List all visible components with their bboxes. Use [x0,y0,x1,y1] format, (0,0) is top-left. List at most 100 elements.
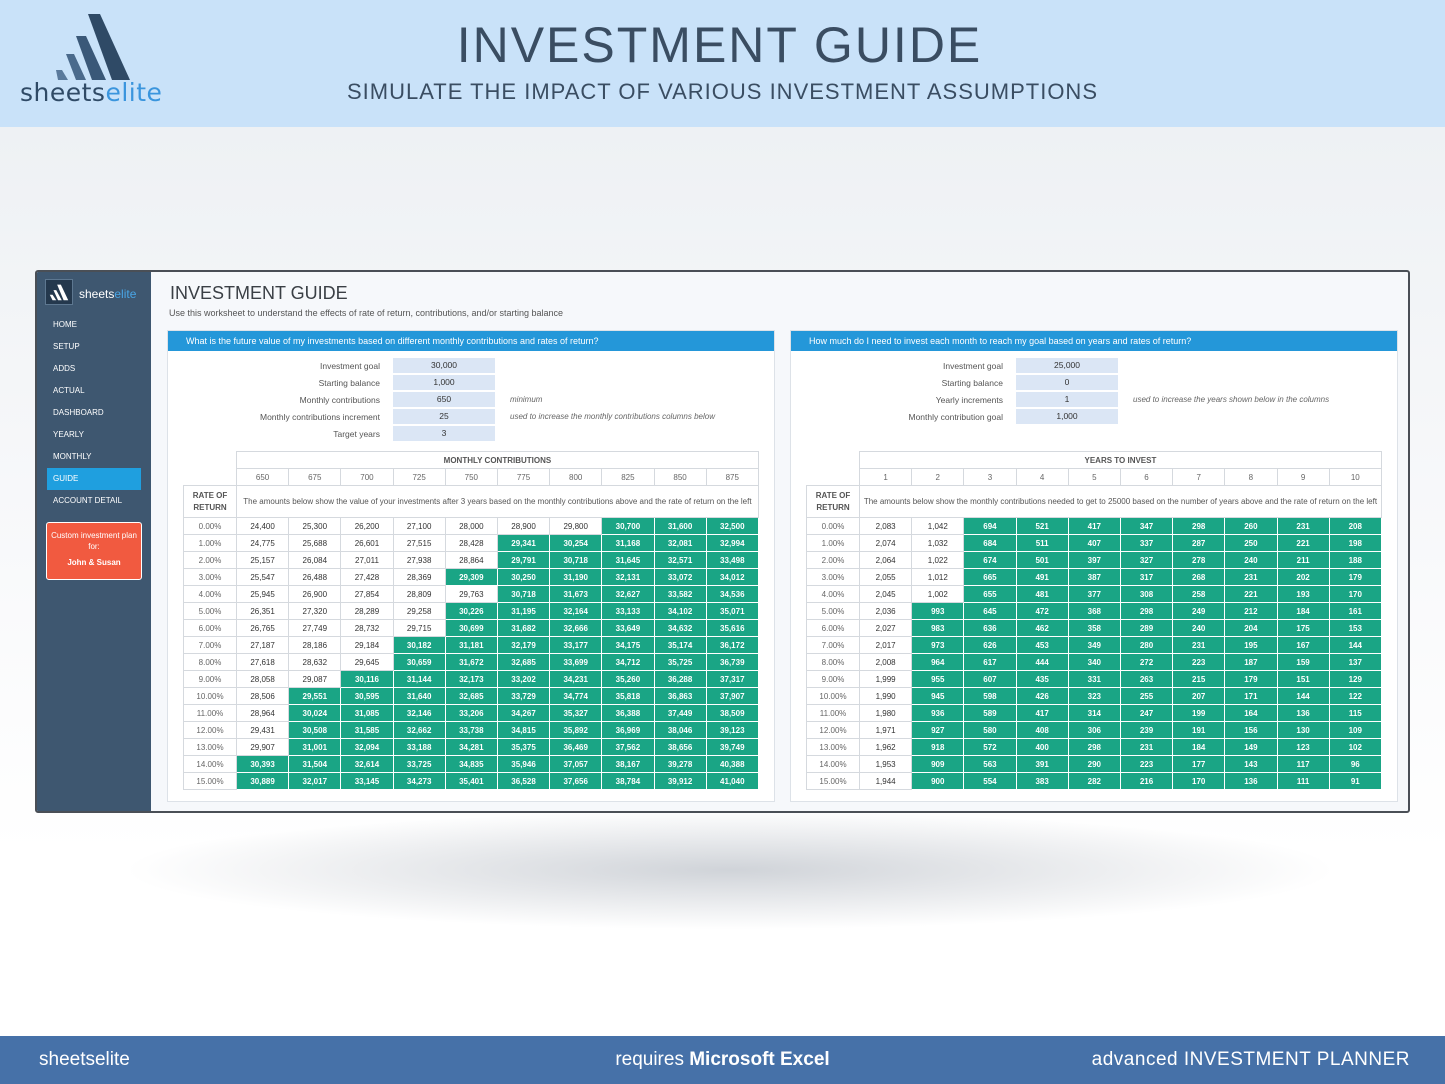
value-cell[interactable]: 501 [1015,551,1069,569]
value-cell[interactable]: 111 [1276,772,1330,790]
value-cell[interactable]: 32,173 [444,670,498,688]
value-cell[interactable]: 349 [1067,636,1121,654]
value-cell[interactable]: 2,074 [858,534,913,552]
value-cell[interactable]: 27,100 [392,517,446,535]
value-cell[interactable]: 289 [1119,619,1174,637]
value-cell[interactable]: 29,645 [340,653,394,671]
value-cell[interactable]: 598 [963,687,1017,705]
value-cell[interactable]: 308 [1119,585,1174,603]
value-cell[interactable]: 36,969 [601,721,655,739]
value-cell[interactable]: 34,835 [444,755,498,773]
value-cell[interactable]: 31,672 [444,653,498,671]
value-cell[interactable]: 2,055 [858,568,913,586]
value-cell[interactable]: 31,645 [601,551,655,569]
value-cell[interactable]: 563 [963,755,1017,773]
value-cell[interactable]: 33,188 [392,738,446,756]
value-cell[interactable]: 27,854 [340,585,394,603]
value-cell[interactable]: 28,000 [444,517,498,535]
value-cell[interactable]: 1,002 [911,585,965,603]
value-cell[interactable]: 136 [1276,704,1330,722]
value-cell[interactable]: 31,085 [340,704,394,722]
value-cell[interactable]: 31,585 [340,721,394,739]
value-cell[interactable]: 130 [1276,721,1330,739]
value-cell[interactable]: 35,616 [705,619,759,637]
value-cell[interactable]: 1,042 [911,517,965,535]
value-cell[interactable]: 964 [911,653,965,671]
value-cell[interactable]: 188 [1328,551,1382,569]
value-cell[interactable]: 27,428 [340,568,394,586]
sidebar-item-setup[interactable]: SETUP [47,336,141,358]
value-cell[interactable]: 167 [1276,636,1330,654]
value-cell[interactable]: 191 [1172,721,1226,739]
value-cell[interactable]: 397 [1067,551,1121,569]
value-cell[interactable]: 31,168 [601,534,655,552]
value-cell[interactable]: 31,144 [392,670,446,688]
sidebar-item-monthly[interactable]: MONTHLY [47,446,141,468]
value-cell[interactable]: 1,962 [858,738,913,756]
value-cell[interactable]: 102 [1328,738,1382,756]
value-cell[interactable]: 2,017 [858,636,913,654]
value-cell[interactable]: 91 [1328,772,1382,790]
value-cell[interactable]: 33,202 [496,670,551,688]
value-cell[interactable]: 580 [963,721,1017,739]
value-cell[interactable]: 29,715 [392,619,446,637]
input-value-field[interactable]: 1,000 [393,375,495,390]
value-cell[interactable]: 179 [1328,568,1382,586]
value-cell[interactable]: 435 [1015,670,1069,688]
value-cell[interactable]: 33,725 [392,755,446,773]
value-cell[interactable]: 30,718 [496,585,551,603]
value-cell[interactable]: 29,087 [288,670,342,688]
value-cell[interactable]: 36,388 [601,704,655,722]
value-cell[interactable]: 122 [1328,687,1382,705]
value-cell[interactable]: 144 [1328,636,1382,654]
value-cell[interactable]: 33,206 [444,704,498,722]
value-cell[interactable]: 26,488 [288,568,342,586]
input-value-field[interactable]: 0 [1016,375,1118,390]
value-cell[interactable]: 993 [911,602,965,620]
value-cell[interactable]: 340 [1067,653,1121,671]
value-cell[interactable]: 204 [1224,619,1278,637]
value-cell[interactable]: 1,944 [858,772,913,790]
value-cell[interactable]: 231 [1119,738,1174,756]
value-cell[interactable]: 33,649 [601,619,655,637]
value-cell[interactable]: 249 [1172,602,1226,620]
value-cell[interactable]: 260 [1224,517,1278,535]
input-value-field[interactable]: 3 [393,426,495,441]
value-cell[interactable]: 35,892 [549,721,603,739]
value-cell[interactable]: 96 [1328,755,1382,773]
value-cell[interactable]: 28,058 [235,670,290,688]
value-cell[interactable]: 33,072 [653,568,707,586]
value-cell[interactable]: 137 [1328,653,1382,671]
value-cell[interactable]: 617 [963,653,1017,671]
input-value-field[interactable]: 30,000 [393,358,495,373]
value-cell[interactable]: 35,071 [705,602,759,620]
value-cell[interactable]: 29,763 [444,585,498,603]
value-cell[interactable]: 317 [1119,568,1174,586]
value-cell[interactable]: 27,938 [392,551,446,569]
value-cell[interactable]: 30,595 [340,687,394,705]
value-cell[interactable]: 28,369 [392,568,446,586]
value-cell[interactable]: 143 [1224,755,1278,773]
value-cell[interactable]: 282 [1067,772,1121,790]
value-cell[interactable]: 30,659 [392,653,446,671]
value-cell[interactable]: 25,547 [235,568,290,586]
value-cell[interactable]: 368 [1067,602,1121,620]
value-cell[interactable]: 129 [1328,670,1382,688]
value-cell[interactable]: 607 [963,670,1017,688]
value-cell[interactable]: 936 [911,704,965,722]
value-cell[interactable]: 290 [1067,755,1121,773]
sidebar-item-home[interactable]: HOME [47,314,141,336]
value-cell[interactable]: 31,195 [496,602,551,620]
value-cell[interactable]: 184 [1276,602,1330,620]
value-cell[interactable]: 331 [1067,670,1121,688]
input-value-field[interactable]: 650 [393,392,495,407]
input-value-field[interactable]: 1,000 [1016,409,1118,424]
value-cell[interactable]: 27,515 [392,534,446,552]
value-cell[interactable]: 34,231 [549,670,603,688]
value-cell[interactable]: 35,375 [496,738,551,756]
value-cell[interactable]: 572 [963,738,1017,756]
value-cell[interactable]: 32,685 [496,653,551,671]
value-cell[interactable]: 918 [911,738,965,756]
value-cell[interactable]: 255 [1119,687,1174,705]
value-cell[interactable]: 231 [1224,568,1278,586]
